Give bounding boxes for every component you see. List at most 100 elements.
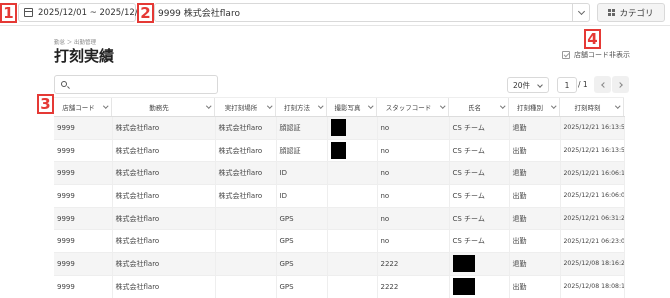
chevron-down-icon[interactable] <box>266 103 272 109</box>
column-header-name[interactable]: 氏名 <box>449 97 509 117</box>
table-row[interactable]: 9999 株式会社flaro 株式会社flaro 顔認証 no CS チーム 退勤 2025/… <box>54 116 625 140</box>
column-header-store-code[interactable]: 店舗コード <box>54 97 112 117</box>
cell-value: no <box>380 169 390 178</box>
store-select-value: 9999 株式会社flaro <box>158 9 240 19</box>
grid-icon <box>608 9 616 16</box>
cell-value: 2025/12/21 16:13:56 <box>563 124 624 132</box>
cell-photo <box>327 229 378 254</box>
search-input[interactable] <box>54 75 218 94</box>
cell-punch-type: 退勤 <box>509 116 561 140</box>
cell-value: 株式会社flaro <box>218 169 263 178</box>
cell-staff-code: no <box>377 229 450 254</box>
calendar-icon <box>24 8 33 17</box>
column-header-method[interactable]: 打刻方法 <box>276 97 327 117</box>
chevron-down-icon[interactable] <box>317 103 323 109</box>
store-dropdown-toggle[interactable] <box>572 3 590 22</box>
cell-name <box>449 252 510 276</box>
cell-store-code: 9999 <box>54 207 113 231</box>
cell-value: ID <box>279 169 287 178</box>
cell-value: no <box>380 146 390 155</box>
cell-workplace: 株式会社flaro <box>112 252 216 276</box>
photo-thumbnail[interactable] <box>330 142 346 160</box>
chevron-down-icon[interactable] <box>367 103 373 109</box>
cell-store-code: 9999 <box>54 252 113 276</box>
column-header-photo[interactable]: 撮影写真 <box>327 97 377 117</box>
column-header-cell: 氏名 <box>449 98 509 116</box>
chevron-down-icon[interactable] <box>614 103 620 109</box>
cell-method: ID <box>276 161 328 186</box>
cell-store-code: 9999 <box>54 139 113 163</box>
cell-value: 株式会社flaro <box>115 169 160 178</box>
cell-method: GPS <box>276 252 328 276</box>
category-button[interactable]: カテゴリ <box>597 3 665 22</box>
page-total: / 1 <box>578 80 588 89</box>
cell-photo <box>327 252 378 276</box>
table-row[interactable]: 9999 株式会社flaro GPS 2222 出勤 2025/12/08 18:08:1… <box>54 275 625 298</box>
cell-value: 2222 <box>380 282 399 291</box>
cell-staff-code: no <box>377 161 450 186</box>
store-select[interactable]: 9999 株式会社flaro <box>154 3 590 22</box>
hide-store-code-checkbox[interactable] <box>562 51 570 59</box>
hide-store-code-toggle[interactable]: 店舗コード非表示 <box>562 50 630 60</box>
table-row[interactable]: 9999 株式会社flaro GPS no CS チーム 退勤 2025/12/21 06:… <box>54 207 625 231</box>
cell-photo <box>327 207 378 231</box>
page-number-input[interactable]: 1 <box>557 77 577 93</box>
chevron-down-icon[interactable] <box>439 103 445 109</box>
cell-value: CS チーム <box>452 214 485 223</box>
redacted-name <box>452 278 475 296</box>
table-row[interactable]: 9999 株式会社flaro 株式会社flaro ID no CS チーム 退勤 2025/1… <box>54 161 625 186</box>
column-header-workplace[interactable]: 勤務先 <box>112 97 215 117</box>
column-header-staff-code[interactable]: スタッフコード <box>377 97 449 117</box>
chevron-down-icon[interactable] <box>499 103 505 109</box>
cell-punch-type: 出勤 <box>509 275 561 298</box>
table-row[interactable]: 9999 株式会社flaro GPS 2222 退勤 2025/12/08 18:16:2… <box>54 252 625 276</box>
cell-workplace: 株式会社flaro <box>112 116 216 140</box>
table-row[interactable]: 9999 株式会社flaro 株式会社flaro 顔認証 no CS チーム 出勤 2025/… <box>54 139 625 163</box>
cell-staff-code: no <box>377 184 450 208</box>
column-header-punch-time[interactable]: 打刻時刻 <box>560 97 624 117</box>
chevron-down-icon <box>537 82 543 88</box>
cell-workplace: 株式会社flaro <box>112 161 216 186</box>
cell-value: 2025/12/21 16:06:08 <box>563 192 624 200</box>
cell-store-code: 9999 <box>54 116 113 140</box>
date-range-picker[interactable]: 2025/12/01 ~ 2025/12/31 <box>18 3 149 22</box>
cell-punch-time: 2025/12/21 06:23:04 <box>560 229 625 254</box>
cell-name: CS チーム <box>449 207 510 231</box>
table-row[interactable]: 9999 株式会社flaro 株式会社flaro ID no CS チーム 出勤 2025/1… <box>54 184 625 208</box>
cell-value: 出勤 <box>512 237 527 246</box>
cell-value: 9999 <box>57 214 75 223</box>
column-header-punch-type[interactable]: 打刻種別 <box>509 97 560 117</box>
cell-staff-code: no <box>377 207 450 231</box>
page-size-value: 20件 <box>513 80 531 90</box>
cell-staff-code: 2222 <box>377 252 450 276</box>
cell-punch-time: 2025/12/21 16:06:08 <box>560 184 625 208</box>
table-row[interactable]: 9999 株式会社flaro GPS no CS チーム 出勤 2025/12/21 06:… <box>54 229 625 254</box>
annotation-marker-4: 4 <box>584 29 601 49</box>
next-page-button[interactable] <box>612 76 629 93</box>
photo-thumbnail[interactable] <box>330 119 346 137</box>
cell-value: 株式会社flaro <box>115 214 160 223</box>
cell-name: CS チーム <box>449 116 510 140</box>
cell-value: 退勤 <box>512 214 527 223</box>
cell-method: 顔認証 <box>276 116 328 140</box>
cell-value: GPS <box>279 282 294 291</box>
chevron-down-icon[interactable] <box>102 103 108 109</box>
column-header-label: 店舗コード <box>62 104 95 112</box>
page-size-select[interactable]: 20件 <box>507 77 549 93</box>
column-header-cell: 勤務先 <box>112 98 215 116</box>
prev-page-button[interactable] <box>594 76 611 93</box>
column-header-actual-place[interactable]: 実打刻場所 <box>215 97 276 117</box>
chevron-down-icon[interactable] <box>550 103 556 109</box>
redacted-name <box>452 255 475 273</box>
cell-value: 9999 <box>57 146 75 155</box>
cell-value: 顔認証 <box>279 123 301 132</box>
column-header-label: 撮影写真 <box>334 104 361 112</box>
cell-punch-time: 2025/12/21 16:13:56 <box>560 116 625 140</box>
chevron-down-icon[interactable] <box>205 103 211 109</box>
cell-store-code: 9999 <box>54 184 113 208</box>
cell-value: 株式会社flaro <box>115 191 160 200</box>
cell-value: 株式会社flaro <box>115 259 160 268</box>
column-header-label: 勤務先 <box>149 104 169 112</box>
cell-workplace: 株式会社flaro <box>112 207 216 231</box>
column-header-cell: 打刻種別 <box>509 98 560 116</box>
